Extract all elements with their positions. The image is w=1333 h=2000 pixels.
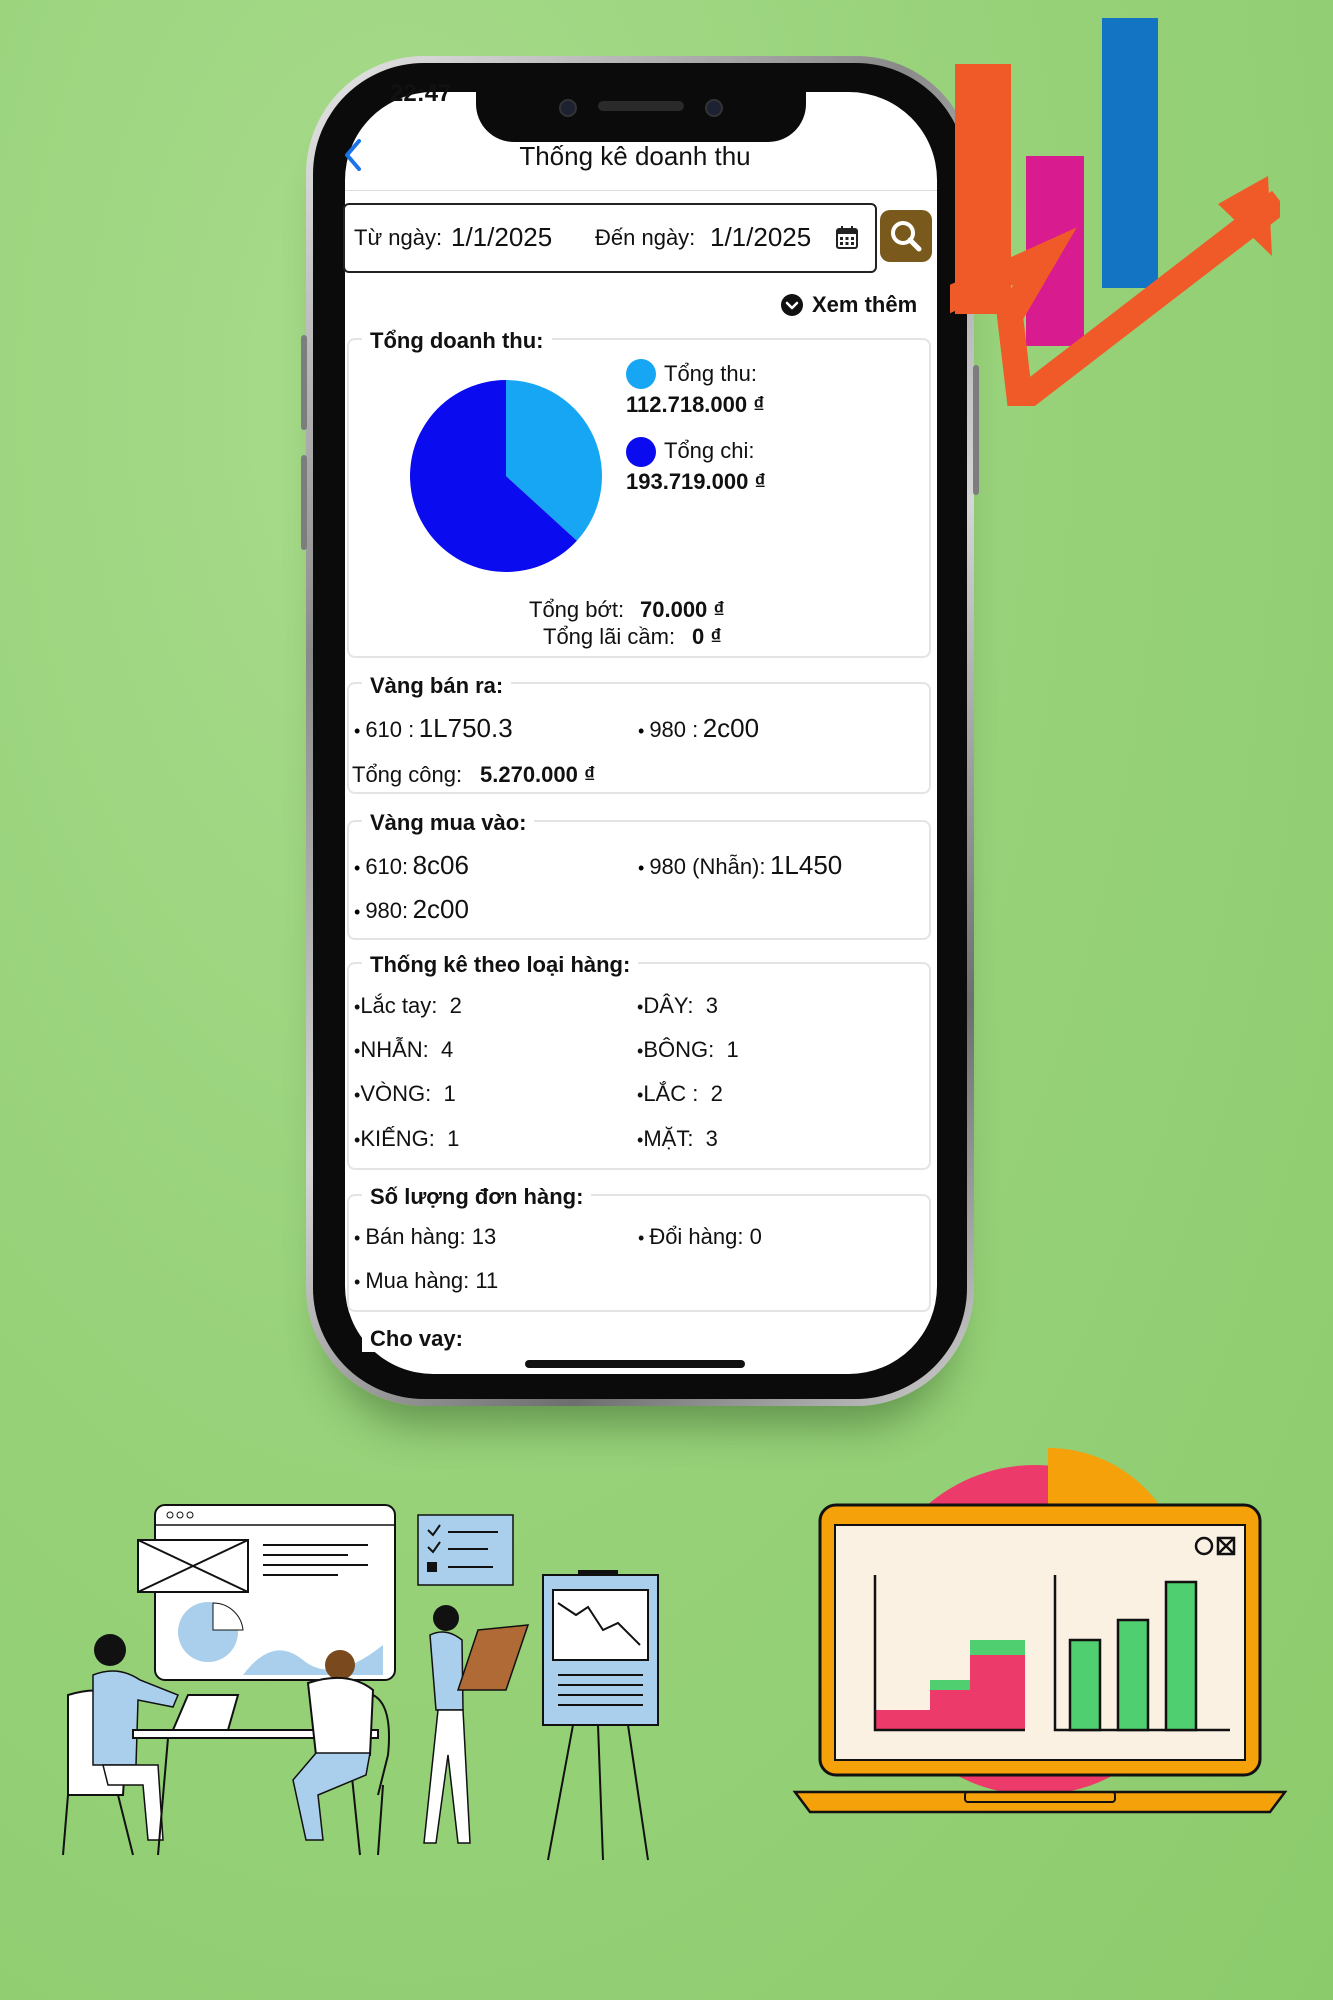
team-meeting-illustration xyxy=(62,1504,659,1861)
list-item: • 980 (Nhẫn): 1L450 xyxy=(638,850,843,880)
growth-chart-icon xyxy=(950,18,1280,406)
expense-label: Tổng chi: xyxy=(664,438,755,463)
camera xyxy=(559,99,577,117)
page-title: Thống kê doanh thu xyxy=(519,141,751,171)
list-item: • 980 : 2c00 xyxy=(638,713,760,743)
discount-label: Tổng bớt: xyxy=(529,597,625,622)
orders-card xyxy=(347,1194,931,1312)
show-more-label: Xem thêm xyxy=(812,292,918,317)
income-value: 112.718.000 ₫ xyxy=(626,392,765,417)
list-item: •KIẾNG: 1 xyxy=(354,1126,460,1151)
list-item: • 610 : 1L750.3 xyxy=(354,713,513,743)
from-date-value[interactable]: 1/1/2025 xyxy=(451,222,552,253)
pawn-interest-label: Tổng lãi cầm: xyxy=(543,624,676,649)
volume-down-button xyxy=(301,455,307,550)
list-item: • Bán hàng: 13 xyxy=(354,1224,497,1249)
list-item: •BÔNG: 1 xyxy=(637,1037,739,1062)
laptop-analytics-illustration xyxy=(792,1448,1288,1814)
status-time: 22:47 xyxy=(390,80,452,107)
list-item: • Mua hàng: 11 xyxy=(354,1268,499,1293)
list-item: • 610: 8c06 xyxy=(354,850,469,880)
chevron-down-circle-icon xyxy=(781,294,803,316)
to-date-label: Đến ngày: xyxy=(595,225,696,250)
from-date-label: Từ ngày: xyxy=(354,225,443,250)
search-button[interactable] xyxy=(880,210,932,262)
list-item: •MẶT: 3 xyxy=(637,1126,718,1151)
expense-value: 193.719.000 ₫ xyxy=(626,469,766,494)
notch xyxy=(476,90,806,142)
gold-sold-title: Vàng bán ra: xyxy=(362,673,512,699)
calendar-icon[interactable] xyxy=(836,225,858,254)
revenue-title: Tổng doanh thu: xyxy=(362,328,552,354)
discount-value: 70.000 ₫ xyxy=(640,597,725,622)
list-item: •NHẪN: 4 xyxy=(354,1037,454,1062)
sensor xyxy=(705,99,723,117)
list-item: •Lắc tay: 2 xyxy=(354,993,462,1018)
search-icon xyxy=(891,221,922,252)
pawn-interest-value: 0 ₫ xyxy=(692,624,722,649)
speaker xyxy=(598,101,684,111)
home-indicator[interactable] xyxy=(525,1360,745,1368)
show-more-toggle[interactable]: Xem thêm xyxy=(780,292,917,318)
volume-up-button xyxy=(301,335,307,430)
by-type-title: Thống kê theo loại hàng: xyxy=(362,952,639,978)
orders-title: Số lượng đơn hàng: xyxy=(362,1184,592,1210)
list-item: • Đổi hàng: 0 xyxy=(638,1224,762,1249)
gold-bought-title: Vàng mua vào: xyxy=(362,810,535,836)
income-legend-dot xyxy=(626,359,656,389)
list-item: •LẮC : 2 xyxy=(637,1081,723,1106)
gold-sold-total-value: 5.270.000 ₫ xyxy=(480,762,596,787)
income-label: Tổng thu: xyxy=(664,361,757,386)
to-date-value[interactable]: 1/1/2025 xyxy=(710,222,811,253)
header-divider xyxy=(345,190,937,191)
loan-title: Cho vay: xyxy=(362,1326,471,1352)
expense-legend-dot xyxy=(626,437,656,467)
gold-sold-total-label: Tổng công: xyxy=(352,762,463,787)
list-item: •VÒNG: 1 xyxy=(354,1081,456,1106)
list-item: •DÂY: 3 xyxy=(637,993,718,1018)
revenue-pie-chart xyxy=(410,380,602,572)
list-item: • 980: 2c00 xyxy=(354,894,469,924)
